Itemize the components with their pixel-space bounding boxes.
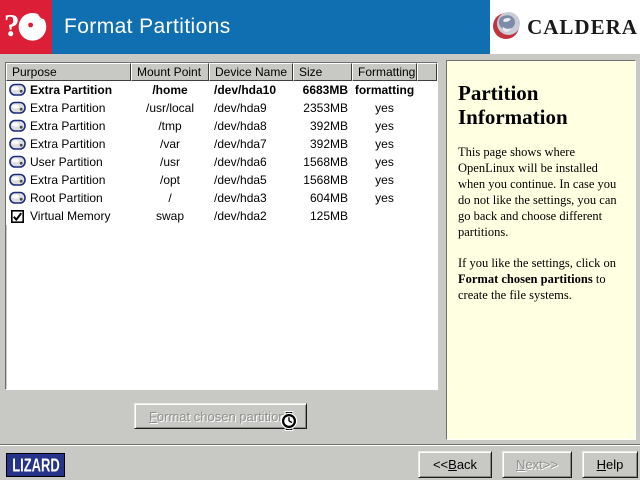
disk-icon: [9, 119, 26, 133]
table-row[interactable]: Extra Partition /tmp /dev/hda8 392MB yes: [6, 117, 437, 135]
brand-wordmark: CALDERA: [527, 15, 638, 40]
table-row[interactable]: Virtual Memory swap /dev/hda2 125MB: [6, 207, 437, 225]
column-header-formatting[interactable]: Formatting: [352, 63, 417, 81]
column-header-size[interactable]: Size: [293, 63, 352, 81]
info-paragraph-2: If you like the settings, click on Forma…: [458, 255, 626, 303]
brand-area: CALDERA: [490, 0, 640, 54]
table-row[interactable]: User Partition /usr /dev/hda6 1568MB yes: [6, 153, 437, 171]
header: ? Format Partitions CALDERA: [0, 0, 640, 54]
column-header-stub: [417, 63, 437, 81]
disk-icon: [9, 83, 26, 97]
table-body: Extra Partition /home /dev/hda10 6683MB …: [6, 81, 437, 225]
next-button[interactable]: Next>>: [502, 451, 572, 478]
column-header-device-name[interactable]: Device Name: [209, 63, 293, 81]
page-title: Format Partitions: [52, 15, 231, 39]
table-row[interactable]: Extra Partition /home /dev/hda10 6683MB …: [6, 81, 437, 99]
title-bar: Format Partitions: [52, 0, 490, 54]
checkbox-checked-icon[interactable]: [9, 209, 26, 223]
caldera-globe-icon: [492, 10, 522, 45]
lizard-question-icon: ?: [2, 0, 50, 55]
table-row[interactable]: Extra Partition /usr/local /dev/hda9 235…: [6, 99, 437, 117]
wizard-logo: ?: [0, 0, 52, 54]
column-header-mount-point[interactable]: Mount Point: [131, 63, 209, 81]
svg-text:?: ?: [4, 8, 20, 43]
lizard-logo: LIZARD: [6, 453, 65, 477]
table-row[interactable]: Extra Partition /var /dev/hda7 392MB yes: [6, 135, 437, 153]
help-button[interactable]: Help: [582, 451, 638, 478]
disk-icon: [9, 191, 26, 205]
partition-table: Purpose Mount Point Device Name Size For…: [5, 62, 438, 390]
main-area: Purpose Mount Point Device Name Size For…: [0, 54, 640, 444]
back-button[interactable]: <<Back: [418, 451, 492, 478]
table-header: Purpose Mount Point Device Name Size For…: [6, 63, 437, 81]
installer-window: ? Format Partitions CALDERA: [0, 0, 640, 480]
info-panel-title: Partition Information: [458, 81, 626, 129]
disk-icon: [9, 173, 26, 187]
disk-icon: [9, 137, 26, 151]
footer-bar: LIZARD <<Back Next>> Help: [0, 444, 640, 480]
disk-icon: [9, 101, 26, 115]
info-panel: Partition Information This page shows wh…: [446, 60, 636, 440]
info-paragraph-1: This page shows where OpenLinux will be …: [458, 144, 626, 240]
disk-icon: [9, 155, 26, 169]
table-row[interactable]: Root Partition / /dev/hda3 604MB yes: [6, 189, 437, 207]
column-header-purpose[interactable]: Purpose: [6, 63, 131, 81]
wait-clock-cursor: [279, 411, 299, 431]
table-row[interactable]: Extra Partition /opt /dev/hda5 1568MB ye…: [6, 171, 437, 189]
